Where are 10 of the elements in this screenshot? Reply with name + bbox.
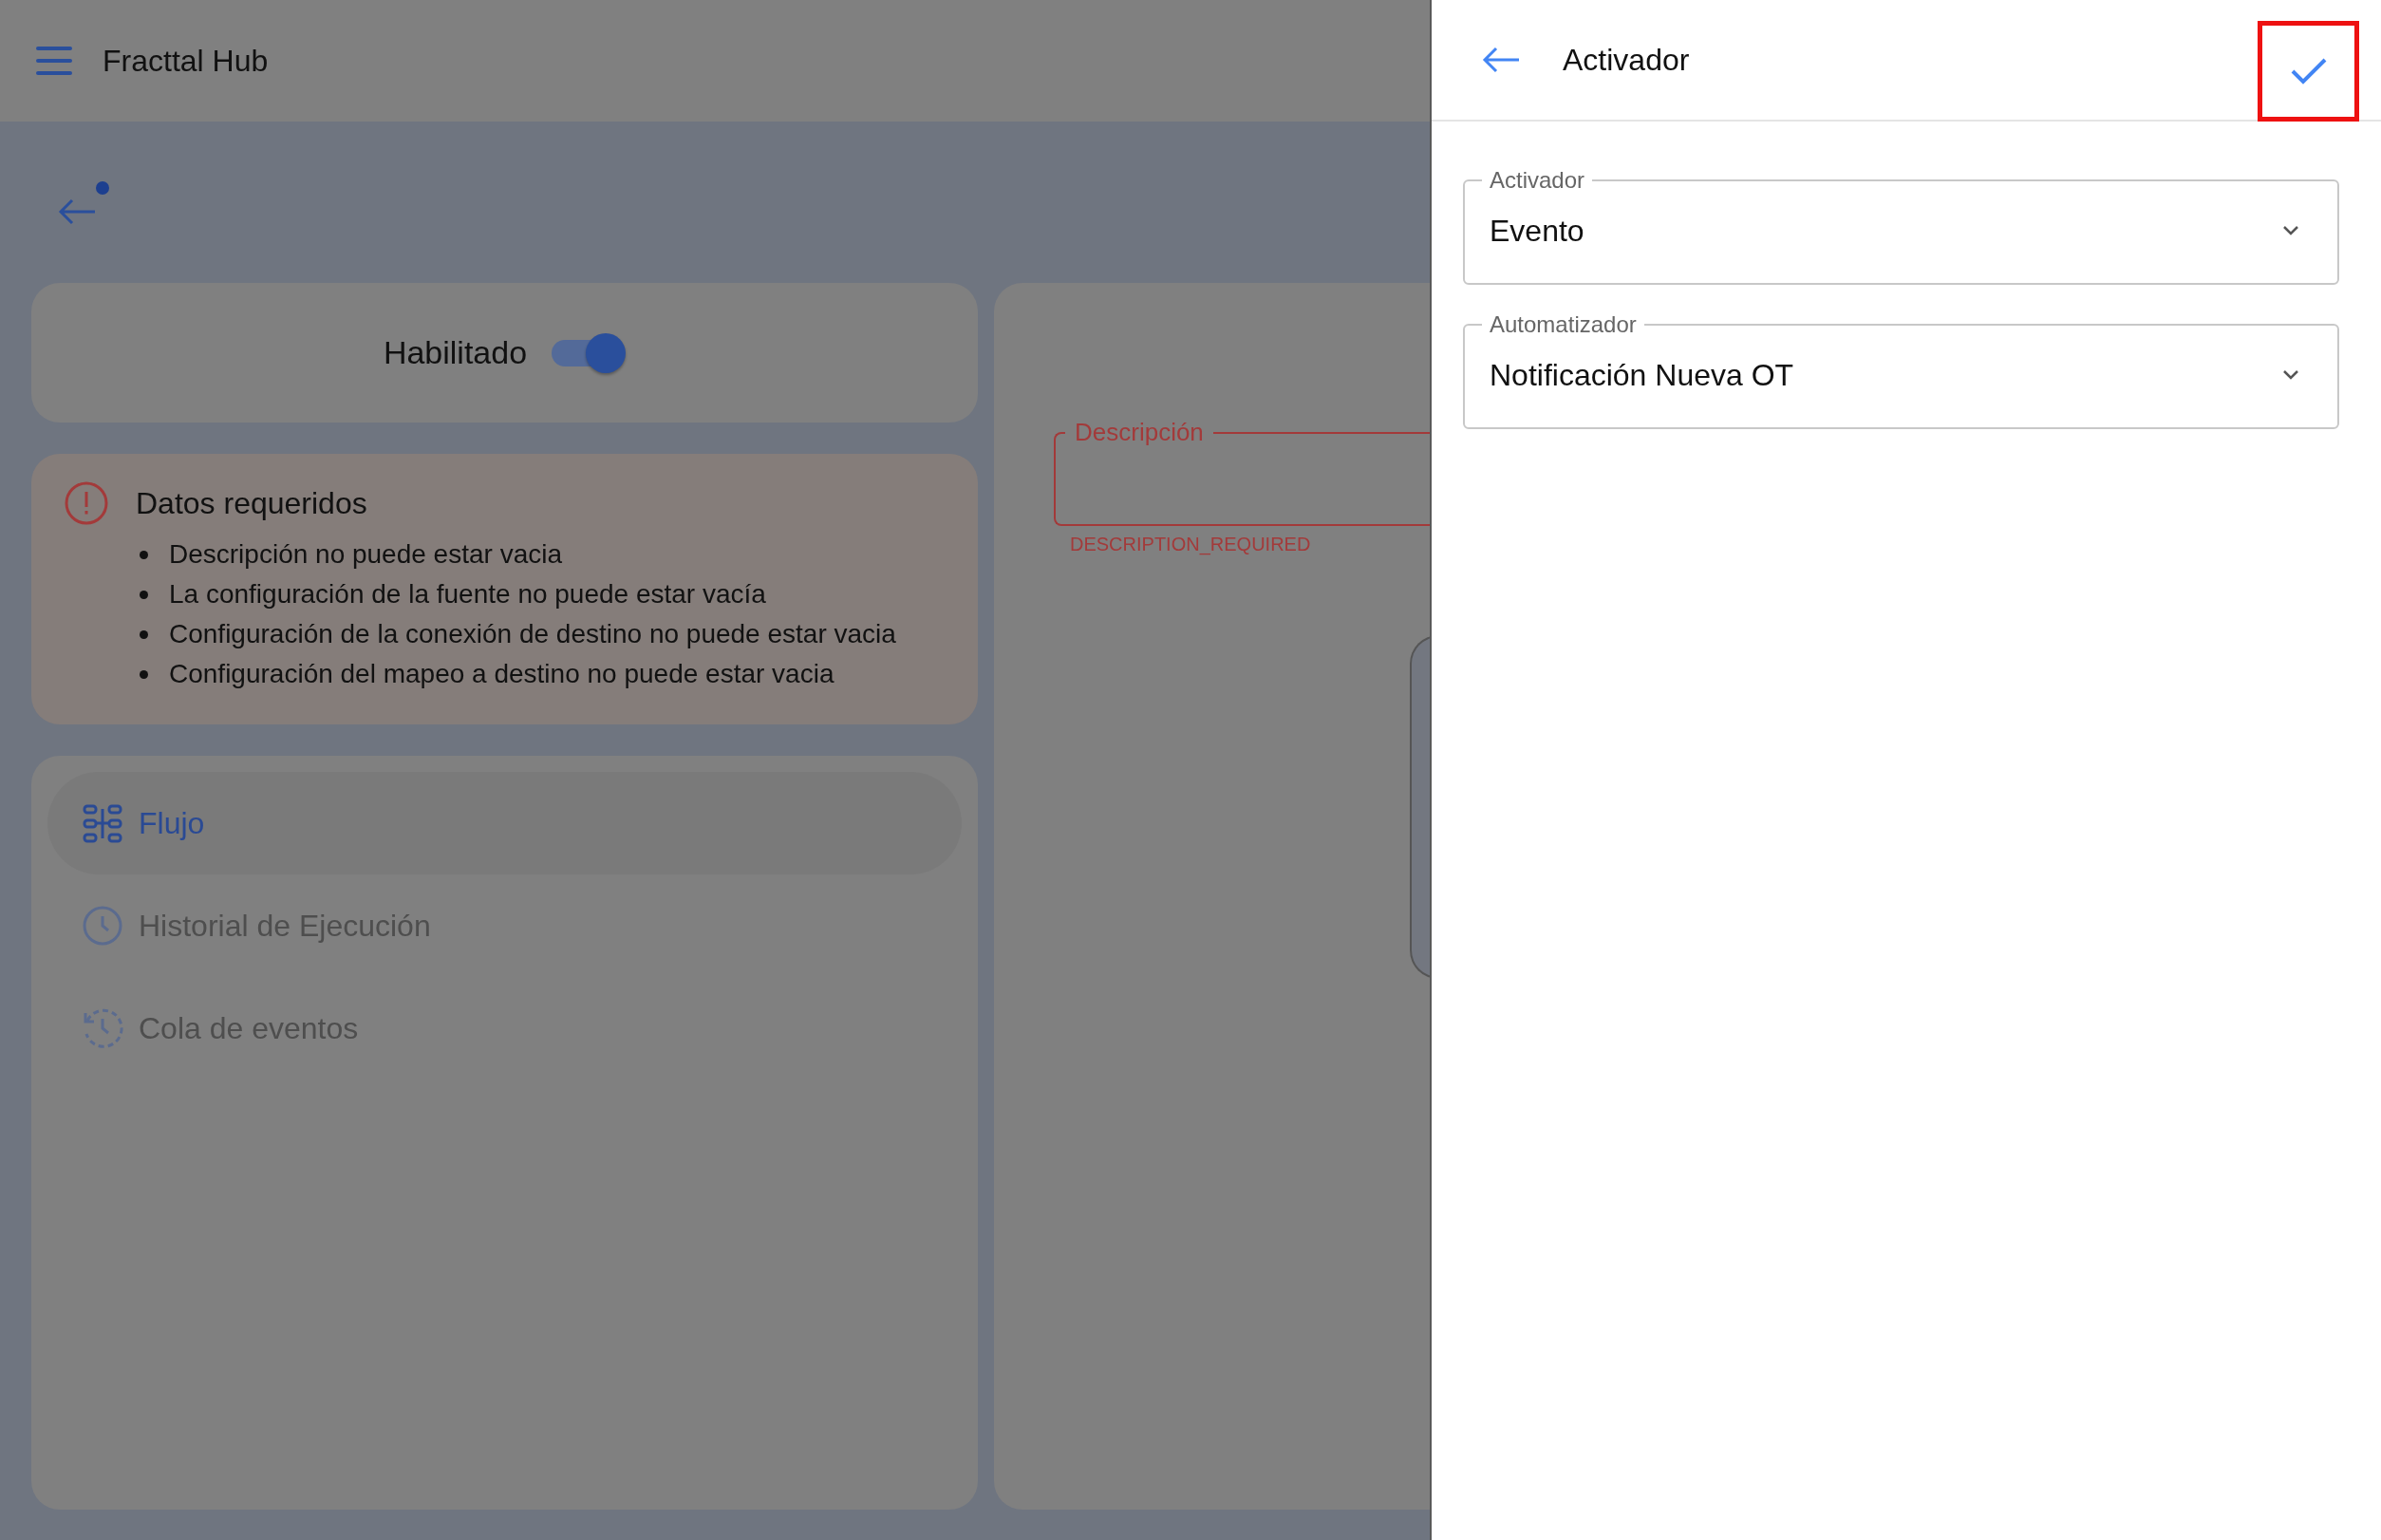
- enabled-label: Habilitado: [383, 334, 528, 371]
- error-message: La configuración de la fuente no puede estar vacía: [169, 579, 766, 610]
- error-hint: DESCRIPTION_REQUIRED: [1070, 534, 1312, 555]
- app-title: Fracttal Hub: [103, 43, 269, 79]
- error-title: Datos requeridos: [136, 486, 368, 521]
- error-message: Configuración del mapeo a destino no puede estar vacia: [169, 659, 834, 689]
- error-message: Descripción no puede estar vacia: [169, 539, 562, 570]
- drawer-title: Activador: [1563, 42, 1691, 78]
- nav-item[interactable]: Flujo: [47, 772, 962, 874]
- error-message: Configuración de la conexión de destino no puede estar vacia: [169, 619, 896, 649]
